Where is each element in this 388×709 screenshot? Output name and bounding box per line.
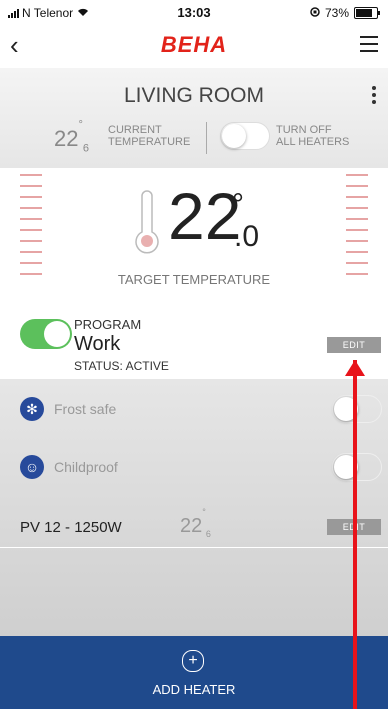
plus-circle-icon: + [182, 650, 204, 672]
target-temperature-label: TARGET TEMPERATURE [117, 272, 271, 287]
heater-temp-decimal: 6 [205, 529, 211, 539]
off-label-line2: ALL HEATERS [276, 136, 350, 148]
program-label: PROGRAM [74, 317, 142, 332]
heater-temperature: 22° 6 [180, 507, 211, 539]
turn-off-all-heaters-toggle[interactable] [220, 122, 270, 150]
add-heater-label: ADD HEATER [152, 682, 236, 697]
target-temperature-panel: 22 ° .0 TARGET TEMPERATURE [0, 168, 388, 306]
frost-safe-label: Frost safe [54, 401, 117, 417]
rotation-lock-icon [310, 6, 320, 20]
hamburger-menu-icon[interactable] [360, 36, 378, 57]
current-label-line2: TEMPERATURE [108, 136, 191, 148]
current-temperature: 22° 6 [54, 119, 90, 155]
program-edit-button[interactable]: EDIT [327, 337, 381, 353]
toggle-knob [44, 321, 70, 347]
heater-options-panel: ✻ Frost safe ☺ Childproof PV 12 - 1250W … [0, 379, 388, 636]
frost-safe-toggle[interactable] [332, 395, 382, 423]
frost-safe-row: ✻ Frost safe [0, 387, 388, 431]
childproof-toggle[interactable] [332, 453, 382, 481]
room-header: LIVING ROOM 22° 6 CURRENT TEMPERATURE TUR… [0, 68, 388, 169]
target-degree-symbol: ° [232, 188, 244, 221]
childproof-label: Childproof [54, 459, 118, 475]
childproof-row: ☺ Childproof [0, 445, 388, 489]
snowflake-icon: ✻ [20, 397, 44, 421]
current-label-line1: CURRENT [108, 124, 162, 136]
heater-degree-symbol: ° [202, 507, 206, 518]
more-options-icon[interactable] [372, 86, 376, 107]
status-bar: N Telenor 13:03 73% [0, 0, 388, 26]
status-right: 73% [310, 6, 380, 20]
program-section: PROGRAM Work STATUS: ACTIVE EDIT [0, 305, 388, 380]
current-temp-value: 22 [54, 126, 79, 151]
heater-temp-value: 22 [180, 515, 203, 537]
battery-icon [354, 7, 380, 19]
decrease-temperature-scale[interactable] [20, 174, 42, 284]
header-divider [206, 122, 207, 154]
annotation-arrow-head [345, 360, 365, 376]
program-status: STATUS: ACTIVE [74, 359, 169, 373]
add-heater-button[interactable]: + ADD HEATER [0, 636, 388, 709]
heater-name: PV 12 - 1250W [20, 519, 122, 536]
degree-symbol: ° [78, 118, 83, 131]
off-label-line1: TURN OFF [276, 124, 332, 136]
program-toggle[interactable] [20, 319, 72, 349]
program-name: Work [74, 333, 121, 355]
target-temp-decimal: .0 [234, 220, 260, 253]
brand-logo: BEHA [160, 32, 228, 57]
annotation-arrow-shaft [353, 360, 357, 709]
nav-bar: ‹ BEHA [0, 26, 388, 68]
battery-percent: 73% [324, 6, 349, 20]
toggle-knob [222, 124, 246, 148]
target-temp-value: 22 [168, 179, 242, 253]
current-temperature-label: CURRENT TEMPERATURE [108, 124, 190, 148]
room-title: LIVING ROOM [123, 84, 265, 107]
increase-temperature-scale[interactable] [346, 174, 368, 284]
turn-off-all-label: TURN OFF ALL HEATERS [276, 124, 349, 148]
child-lock-icon: ☺ [20, 455, 44, 479]
thermometer-icon [134, 190, 160, 261]
heater-row[interactable]: PV 12 - 1250W 22°6 EDIT [0, 507, 388, 548]
current-temp-decimal: 6 [82, 142, 90, 155]
